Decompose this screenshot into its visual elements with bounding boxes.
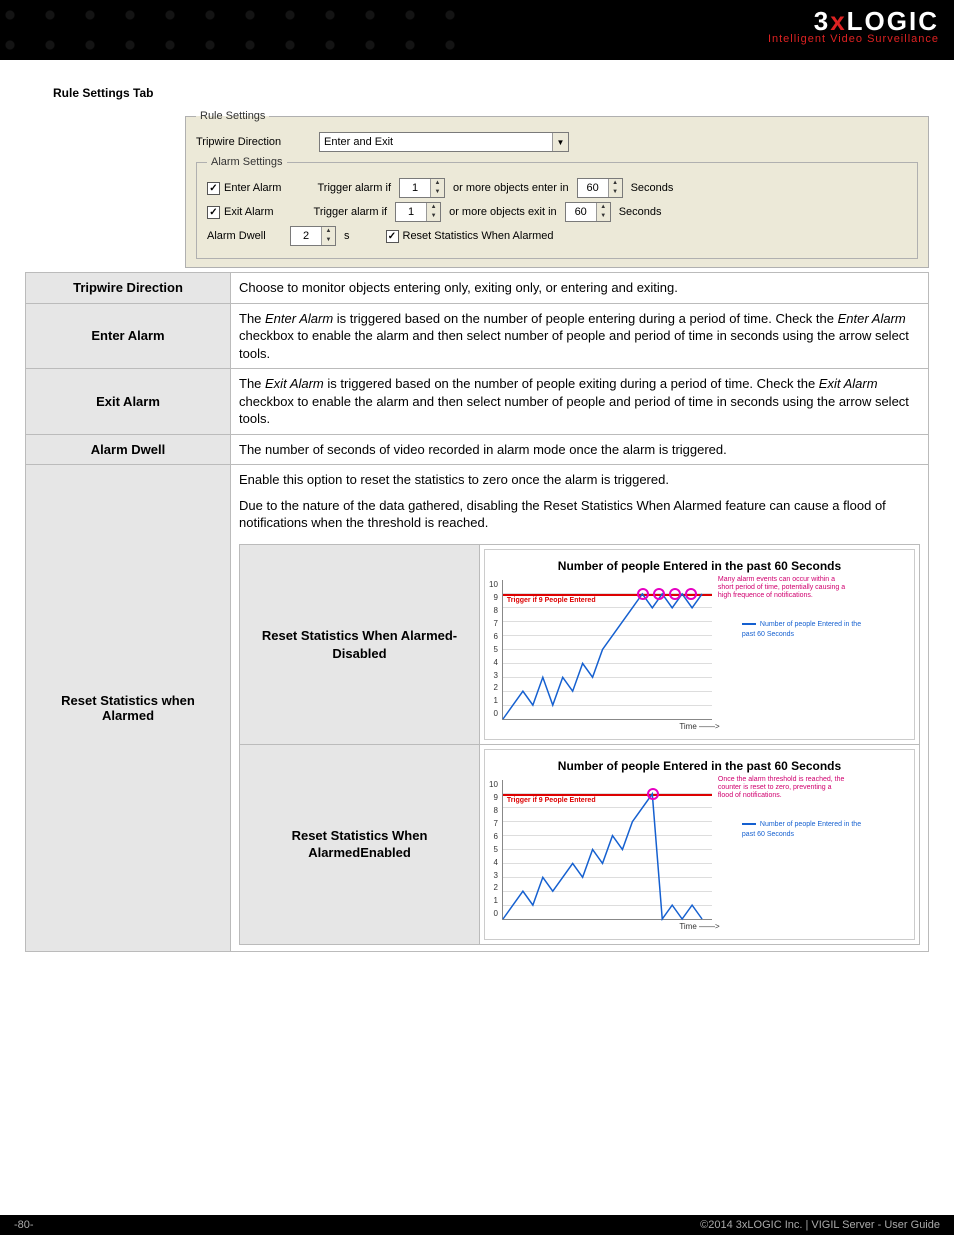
desc-body: Choose to monitor objects entering only,… xyxy=(231,273,929,304)
company-logo: 3xLOGIC Intelligent Video Surveillance xyxy=(768,6,939,45)
reset-stats-body: Enable this option to reset the statisti… xyxy=(231,465,929,952)
exit-time-spinner[interactable]: 60▲▼ xyxy=(565,202,611,222)
settings-description-table: Tripwire DirectionChoose to monitor obje… xyxy=(25,272,929,952)
tripwire-direction-select[interactable]: Enter and Exit ▼ xyxy=(319,132,569,152)
reset-enabled-label: Reset Statistics When AlarmedEnabled xyxy=(240,745,480,945)
tripwire-direction-label: Tripwire Direction xyxy=(196,136,311,148)
page-number: -80- xyxy=(14,1219,34,1231)
desc-header: Exit Alarm xyxy=(26,369,231,435)
header-banner: 3xLOGIC Intelligent Video Surveillance xyxy=(0,0,954,60)
fieldset-rule-legend: Rule Settings xyxy=(196,110,269,122)
exit-count-spinner[interactable]: 1▲▼ xyxy=(395,202,441,222)
footer-copyright: ©2014 3xLOGIC Inc. | VIGIL Server - User… xyxy=(700,1219,940,1231)
enter-alarm-checkbox[interactable]: ✓Enter Alarm xyxy=(207,182,281,195)
enter-time-spinner[interactable]: 60▲▼ xyxy=(577,178,623,198)
reset-stats-header: Reset Statistics when Alarmed xyxy=(26,465,231,952)
desc-body: The number of seconds of video recorded … xyxy=(231,434,929,465)
desc-header: Alarm Dwell xyxy=(26,434,231,465)
rule-settings-dialog: Rule Settings Tripwire Direction Enter a… xyxy=(185,110,929,268)
chart-disabled: Number of people Entered in the past 60 … xyxy=(480,545,920,745)
chart-enabled: Number of people Entered in the past 60 … xyxy=(480,745,920,945)
alarm-dwell-label: Alarm Dwell xyxy=(207,230,282,242)
desc-body: The Enter Alarm is triggered based on th… xyxy=(231,303,929,369)
alarm-dwell-spinner[interactable]: 2▲▼ xyxy=(290,226,336,246)
dropdown-arrow-icon[interactable]: ▼ xyxy=(552,133,568,151)
desc-header: Enter Alarm xyxy=(26,303,231,369)
reset-disabled-label: Reset Statistics When Alarmed- Disabled xyxy=(240,545,480,745)
section-title: Rule Settings Tab xyxy=(53,86,929,100)
header-texture xyxy=(0,0,477,60)
page-footer: -80- ©2014 3xLOGIC Inc. | VIGIL Server -… xyxy=(0,1215,954,1235)
enter-count-spinner[interactable]: 1▲▼ xyxy=(399,178,445,198)
desc-header: Tripwire Direction xyxy=(26,273,231,304)
desc-body: The Exit Alarm is triggered based on the… xyxy=(231,369,929,435)
exit-alarm-checkbox[interactable]: ✓Exit Alarm xyxy=(207,206,274,219)
reset-stats-checkbox[interactable]: ✓Reset Statistics When Alarmed xyxy=(386,230,554,243)
fieldset-alarm-legend: Alarm Settings xyxy=(207,156,287,168)
